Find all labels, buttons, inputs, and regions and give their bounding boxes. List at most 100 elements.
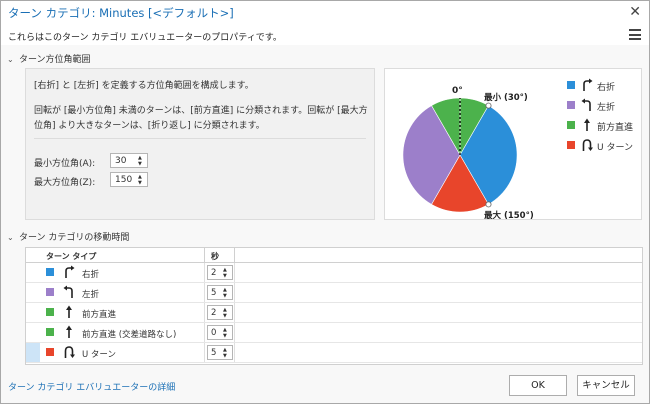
row-label: 前方直進 <box>82 310 117 320</box>
turn-angle-diagram: 0° 最小 (30°) 最大 (150°) <box>402 86 534 219</box>
table-row[interactable]: 右折 2 ▲ ▼ <box>26 263 642 283</box>
legend-label: 前方直進 <box>597 123 634 133</box>
ok-button[interactable]: OK <box>509 375 567 396</box>
stepper-arrows-icon[interactable]: ▲ ▼ <box>138 155 145 167</box>
column-divider <box>234 343 235 362</box>
color-swatch <box>567 101 575 109</box>
min-angle-label: 最小方位角(A): <box>34 159 96 169</box>
seconds-value[interactable]: 5 <box>211 288 216 298</box>
max-angle-handle[interactable] <box>485 201 492 208</box>
dialog-title: ターン カテゴリ: Minutes [<デフォルト>] <box>8 6 234 20</box>
section-title: ターン カテゴリの移動時間 <box>19 233 130 243</box>
close-icon[interactable]: ✕ <box>629 4 641 20</box>
row-label: 前方直進 (交差道路なし) <box>82 330 177 340</box>
section-header-travel-time[interactable]: ⌄ ターン カテゴリの移動時間 <box>7 230 129 243</box>
section-header-angle-range[interactable]: ⌄ ターン方位角範囲 <box>7 52 91 65</box>
column-divider <box>204 343 205 362</box>
color-swatch <box>46 328 54 336</box>
column-divider <box>234 303 235 322</box>
dialog-subtitle: これらはこのターン カテゴリ エバリュエーターのプロパティです。 <box>8 33 282 43</box>
row-selector[interactable] <box>26 343 40 362</box>
column-divider <box>204 303 205 322</box>
u-turn-icon <box>582 139 593 151</box>
stepper-arrows-icon[interactable]: ▲ ▼ <box>223 347 230 359</box>
row-selector[interactable] <box>26 283 40 302</box>
column-divider <box>234 248 235 263</box>
max-angle-stepper[interactable]: 150 ▲ ▼ <box>110 172 148 187</box>
subtitle-bar: これらはこのターン カテゴリ エバリュエーターのプロパティです。 <box>1 25 649 45</box>
seconds-stepper[interactable]: 2 ▲ ▼ <box>207 305 233 320</box>
color-swatch <box>46 348 54 356</box>
stepper-arrows-icon[interactable]: ▲ ▼ <box>223 327 230 339</box>
evaluator-details-link[interactable]: ターン カテゴリ エバリュエーターの詳細 <box>8 380 175 393</box>
row-selector[interactable] <box>26 323 40 342</box>
seconds-stepper[interactable]: 5 ▲ ▼ <box>207 285 233 300</box>
column-divider <box>234 283 235 302</box>
row-selector[interactable] <box>26 263 40 282</box>
section-title: ターン方位角範囲 <box>19 55 91 65</box>
column-header-seconds[interactable]: 秒 <box>211 251 219 262</box>
turn-right-icon <box>583 78 593 91</box>
turn-right-icon <box>65 265 75 278</box>
seconds-stepper[interactable]: 2 ▲ ▼ <box>207 265 233 280</box>
stepper-arrows-icon[interactable]: ▲ ▼ <box>223 287 230 299</box>
column-header-type[interactable]: ターン タイプ <box>46 251 96 262</box>
max-angle-label: 最大方位角(Z): <box>34 178 96 188</box>
max-angle-diagram-label: 最大 (150°) <box>484 210 534 219</box>
straight-arrow-icon <box>66 305 72 318</box>
row-label: 左折 <box>82 290 100 300</box>
angle-diagram-panel: 0° 最小 (30°) 最大 (150°) 右折 左折 前方直進 U ターン <box>384 68 642 220</box>
chevron-down-icon: ⌄ <box>7 55 14 64</box>
legend-label: 右折 <box>597 83 616 93</box>
straight-arrow-icon <box>66 325 72 338</box>
column-divider <box>204 263 205 282</box>
divider <box>34 138 366 139</box>
table-row[interactable]: U ターン 5 ▲ ▼ <box>26 343 642 363</box>
column-divider <box>204 248 205 263</box>
color-swatch <box>567 81 575 89</box>
column-divider <box>234 263 235 282</box>
column-divider <box>234 323 235 342</box>
hamburger-menu-icon[interactable] <box>629 29 641 40</box>
column-divider <box>204 323 205 342</box>
color-swatch <box>46 268 54 276</box>
seconds-value[interactable]: 0 <box>211 328 216 338</box>
min-angle-stepper[interactable]: 30 ▲ ▼ <box>110 153 148 168</box>
min-angle-handle[interactable] <box>485 102 492 109</box>
legend-label: 左折 <box>597 103 616 113</box>
legend-label: U ターン <box>597 143 633 153</box>
min-angle-value[interactable]: 30 <box>115 156 126 166</box>
u-turn-icon <box>64 346 75 358</box>
table-header: ターン タイプ 秒 <box>26 248 642 263</box>
table-row[interactable]: 前方直進 2 ▲ ▼ <box>26 303 642 323</box>
angle-settings-panel: [右折] と [左折] を定義する方位角範囲を構成します。 回転が [最小方位角… <box>25 68 375 220</box>
color-swatch <box>46 308 54 316</box>
seconds-value[interactable]: 5 <box>211 348 216 358</box>
seconds-stepper[interactable]: 5 ▲ ▼ <box>207 345 233 360</box>
column-divider <box>204 283 205 302</box>
color-swatch <box>46 288 54 296</box>
stepper-arrows-icon[interactable]: ▲ ▼ <box>138 174 145 186</box>
table-row[interactable]: 左折 5 ▲ ▼ <box>26 283 642 303</box>
dialog-window: ターン カテゴリ: Minutes [<デフォルト>] ✕ これらはこのターン … <box>0 0 650 404</box>
zero-degree-label: 0° <box>452 86 463 96</box>
max-angle-value[interactable]: 150 <box>115 175 132 185</box>
cancel-button[interactable]: キャンセル <box>577 375 635 396</box>
straight-arrow-icon <box>584 118 590 131</box>
angle-description-2: 回転が [最小方位角] 未満のターンは、[前方直進] に分類されます。回転が [… <box>34 106 368 131</box>
turn-left-icon <box>63 285 73 298</box>
color-swatch <box>567 121 575 129</box>
stepper-arrows-icon[interactable]: ▲ ▼ <box>223 307 230 319</box>
row-selector[interactable] <box>26 303 40 322</box>
stepper-arrows-icon[interactable]: ▲ ▼ <box>223 267 230 279</box>
color-swatch <box>567 141 575 149</box>
row-label: U ターン <box>82 350 116 360</box>
table-row[interactable]: 前方直進 (交差道路なし) 0 ▲ ▼ <box>26 323 642 343</box>
seconds-stepper[interactable]: 0 ▲ ▼ <box>207 325 233 340</box>
turn-time-table: ターン タイプ 秒 右折 2 ▲ ▼ 左折 5 ▲ ▼ 前方直進 2 ▲ ▼ 前… <box>25 247 643 365</box>
seconds-value[interactable]: 2 <box>211 308 216 318</box>
title-bar: ターン カテゴリ: Minutes [<デフォルト>] ✕ <box>1 1 649 25</box>
seconds-value[interactable]: 2 <box>211 268 216 278</box>
turn-left-icon <box>581 98 591 111</box>
row-label: 右折 <box>82 270 100 280</box>
